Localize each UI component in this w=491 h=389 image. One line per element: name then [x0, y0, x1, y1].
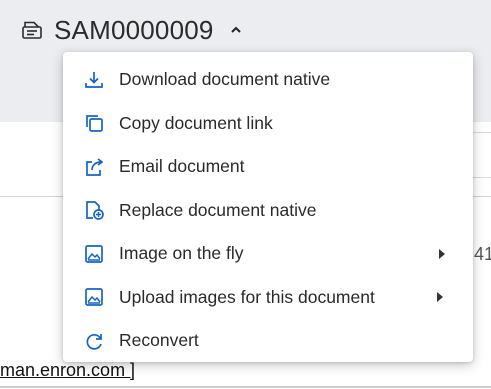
menu-item-replace-native[interactable]: Replace document native — [63, 189, 473, 233]
submenu-arrow-icon — [437, 292, 443, 303]
image-icon — [83, 243, 105, 265]
background-number: 41 — [474, 244, 491, 264]
menu-item-label: Copy document link — [119, 112, 273, 133]
menu-item-email-document[interactable]: Email document — [63, 145, 473, 189]
reconvert-icon — [83, 330, 105, 352]
upload-image-icon — [83, 286, 105, 308]
menu-item-label: Download document native — [119, 69, 331, 90]
copy-link-icon — [83, 112, 105, 134]
document-id: SAM0000009 — [54, 14, 214, 45]
menu-item-download-native[interactable]: Download document native — [63, 58, 473, 102]
replace-document-icon — [83, 199, 105, 221]
share-email-icon — [83, 156, 105, 178]
menu-item-label: Reconvert — [119, 330, 199, 351]
menu-item-label: Email document — [119, 156, 245, 177]
caret-up-icon — [230, 25, 242, 35]
menu-item-reconvert[interactable]: Reconvert — [63, 319, 473, 363]
menu-item-label: Replace document native — [119, 199, 317, 220]
submenu-arrow-icon — [439, 248, 445, 259]
menu-item-copy-link[interactable]: Copy document link — [63, 102, 473, 146]
download-icon — [83, 69, 105, 91]
document-printer-icon — [20, 18, 44, 42]
menu-item-label: Image on the fly — [119, 243, 244, 264]
menu-item-image-on-the-fly[interactable]: Image on the fly — [63, 232, 473, 276]
menu-item-upload-images[interactable]: Upload images for this document — [63, 276, 473, 320]
document-actions-menu: Download document native Copy document l… — [63, 52, 473, 362]
document-title-dropdown[interactable]: SAM0000009 — [20, 12, 242, 48]
menu-item-label: Upload images for this document — [119, 286, 375, 307]
background-email-text: man.enron.com ] — [0, 360, 136, 380]
bottom-divider — [0, 386, 491, 388]
